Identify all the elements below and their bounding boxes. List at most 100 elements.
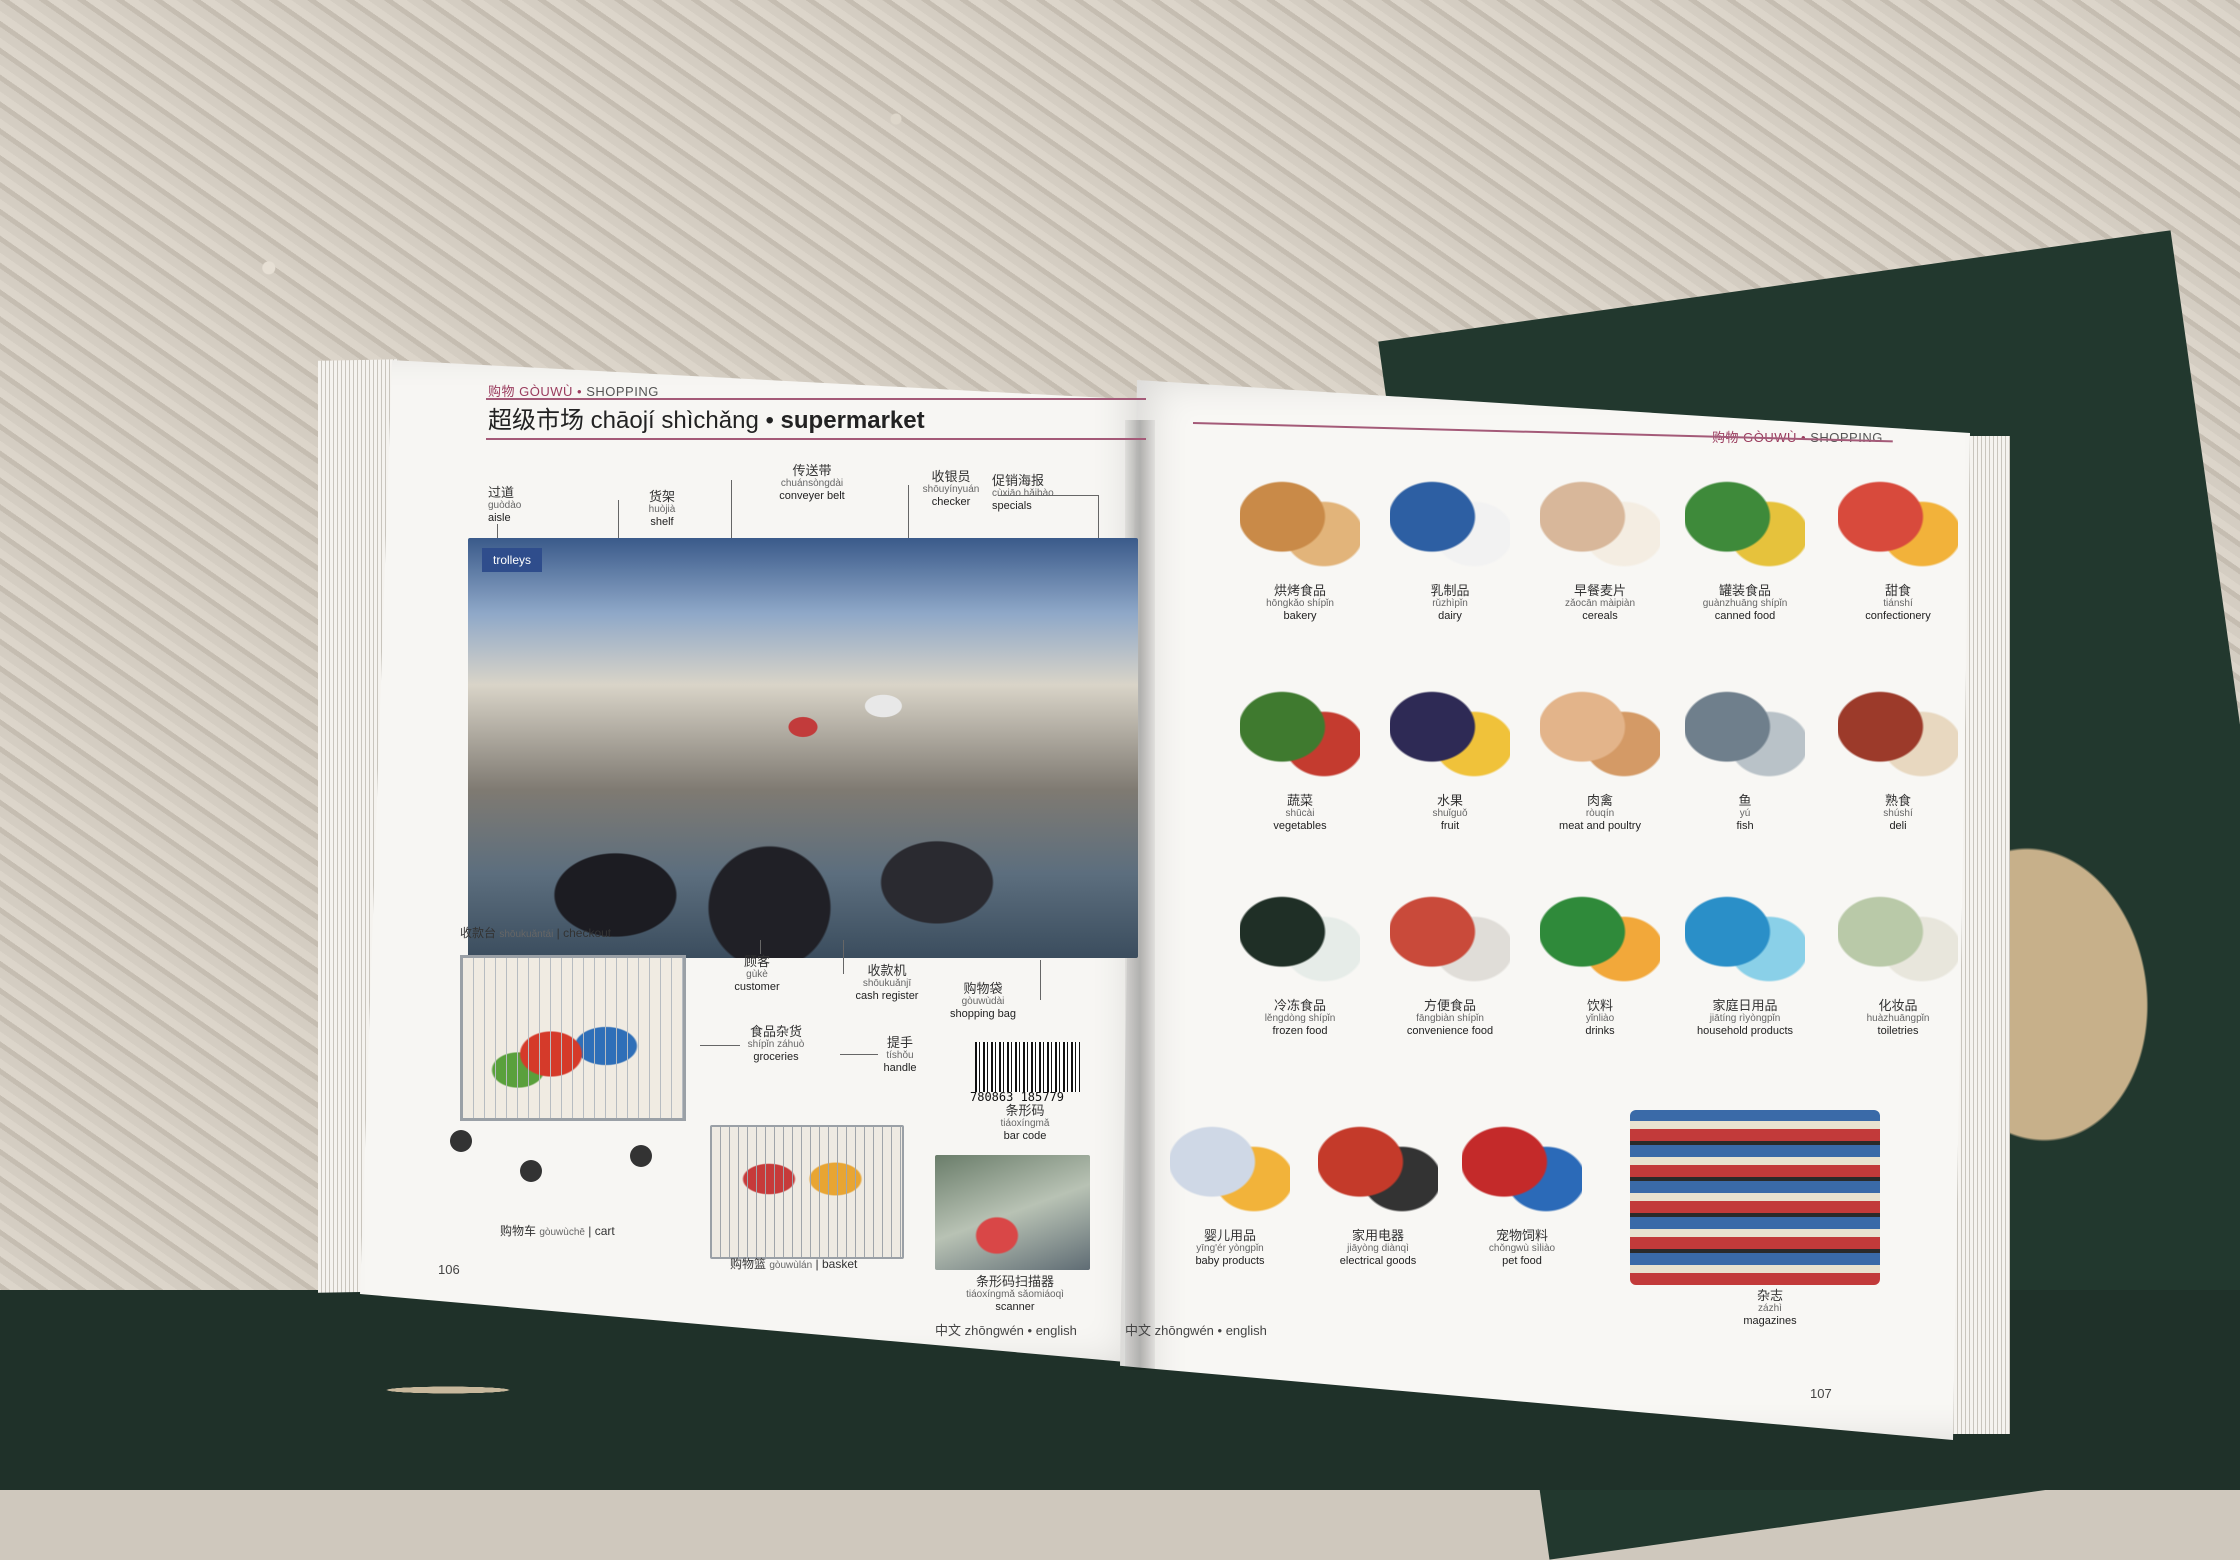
category-photo [1540,465,1660,580]
leader-bag [1040,960,1041,1000]
category-label: 蔬菜 shūcài vegetables [1225,794,1375,833]
category-label: 方便食品 fāngbiàn shípǐn convenience food [1375,999,1525,1038]
category-photo [1390,465,1510,580]
leader-shelf [618,500,619,540]
open-book: 购物 GÒUWÙ • SHOPPING 超级市场 chāojí shìchǎng… [0,0,2240,1488]
category-cn: 乳制品 [1430,583,1470,598]
cart-wheel [630,1145,652,1167]
label-cart: 购物车 gòuwùchē | cart [500,1224,615,1238]
label-specials: 促销海报 cùxiāo hǎibào specials [992,473,1054,512]
category-photo [1390,880,1510,995]
category-photo [1318,1110,1438,1225]
category-cn: 肉禽 [1586,793,1613,808]
category-en: fruit [1440,820,1460,832]
category-label: 早餐麦片 zǎocān màipiàn cereals [1525,584,1675,623]
leader-checker [908,485,909,540]
cart-basket [460,955,686,1121]
category-cn: 家用电器 [1351,1228,1404,1243]
category-py: ròuqín [1585,808,1615,819]
category-en: vegetables [1273,820,1327,832]
category-py: shuǐguǒ [1432,808,1468,819]
category-label: 熟食 shúshí deli [1823,794,1973,833]
label-shopping-bag: 购物袋 gòuwùdài shopping bag [949,981,1017,1020]
category-py: zázhì [1758,1303,1782,1314]
label-conveyor-belt: 传送带 chuánsòngdài conveyer belt [779,463,845,502]
category-photo [1462,1110,1582,1225]
leader-handle [840,1054,878,1055]
label-basket: 购物篮 gòuwùlán | basket [730,1257,858,1271]
category-cn: 饮料 [1586,998,1613,1013]
label-cash-register: 收款机 shōukuǎnjī cash register [855,963,919,1002]
category-photo [1240,880,1360,995]
category-cn: 婴儿用品 [1203,1228,1256,1243]
supermarket-photo [468,538,1138,958]
left-page-number: 106 [438,1262,460,1277]
leader-specials [1098,495,1099,540]
category-cn: 鱼 [1738,793,1752,808]
category-photo [1685,465,1805,580]
category-photo [1630,1110,1880,1285]
category-cn: 熟食 [1884,793,1911,808]
category-en: deli [1889,820,1907,832]
category-en: fish [1736,820,1754,832]
category-cn: 早餐麦片 [1573,583,1626,598]
category-en: frozen food [1272,1025,1328,1037]
category-cn: 方便食品 [1423,998,1476,1013]
category-py: shūcài [1285,808,1315,819]
category-py: chǒngwù sìliào [1488,1243,1556,1254]
category-label: 化妆品 huàzhuāngpǐn toiletries [1823,999,1973,1038]
label-customer: 顾客 gùkè customer [734,954,780,993]
category-label: 冷冻食品 lěngdòng shípǐn frozen food [1225,999,1375,1038]
category-photo [1838,675,1958,790]
category-photo [1838,465,1958,580]
category-photo [1240,675,1360,790]
category-photo [1390,675,1510,790]
label-groceries: 食品杂货 shípǐn záhuò groceries [747,1024,805,1063]
category-en: dairy [1438,610,1462,622]
category-cn: 冷冻食品 [1273,998,1326,1013]
category-py: zǎocān màipiàn [1564,598,1636,609]
title-en: supermarket [780,407,925,434]
shopping-cart-photo [440,945,700,1190]
category-label: 家用电器 jiāyòng diànqì electrical goods [1303,1229,1453,1268]
category-cn: 杂志 [1756,1288,1783,1303]
category-label: 宠物饲料 chǒngwù sìliào pet food [1447,1229,1597,1268]
category-label: 甜食 tiánshí confectionery [1823,584,1973,623]
right-page-footer: 中文 zhōngwén • english [1125,1323,1267,1338]
category-py: guànzhuāng shípǐn [1702,598,1788,609]
category-en: convenience food [1406,1025,1494,1037]
category-photo [1540,675,1660,790]
category-en: pet food [1502,1255,1542,1267]
right-page-number: 107 [1810,1386,1832,1401]
category-py: yīng'ér yòngpǐn [1196,1243,1264,1254]
category-label: 乳制品 rǔzhìpǐn dairy [1375,584,1525,623]
leader-register [843,940,844,974]
leader-specials-h [998,495,1098,496]
category-photo [1685,675,1805,790]
label-bar-code: 条形码 tiáoxíngmǎ bar code [1000,1103,1050,1142]
category-label: 杂志 zázhì magazines [1700,1289,1840,1328]
category-label: 鱼 yú fish [1670,794,1820,833]
category-en: drinks [1585,1025,1615,1037]
label-handle: 提手 tíshǒu handle [883,1035,917,1074]
scanner-photo [935,1155,1090,1270]
category-py: yú [1739,808,1751,819]
category-cn: 甜食 [1884,583,1911,598]
category-py: jiāyòng diànqì [1347,1243,1409,1254]
category-cn: 罐装食品 [1718,583,1771,598]
barcode-digits: 780863 185779 [970,1090,1064,1104]
shopping-basket-photo [710,1125,904,1259]
category-cn: 水果 [1436,793,1463,808]
category-cn: 烘烤食品 [1273,583,1326,598]
category-photo [1540,880,1660,995]
category-cn: 宠物饲料 [1495,1228,1548,1243]
category-py: rǔzhìpǐn [1432,598,1468,609]
header-en: SHOPPING [586,384,659,399]
category-photo [1685,880,1805,995]
category-en: household products [1696,1025,1793,1037]
category-py: fāngbiàn shípǐn [1416,1013,1484,1024]
category-photo [1240,465,1360,580]
category-en: baby products [1195,1255,1265,1267]
category-en: meat and poultry [1559,820,1641,832]
category-label: 烘烤食品 hōngkǎo shípǐn bakery [1225,584,1375,623]
